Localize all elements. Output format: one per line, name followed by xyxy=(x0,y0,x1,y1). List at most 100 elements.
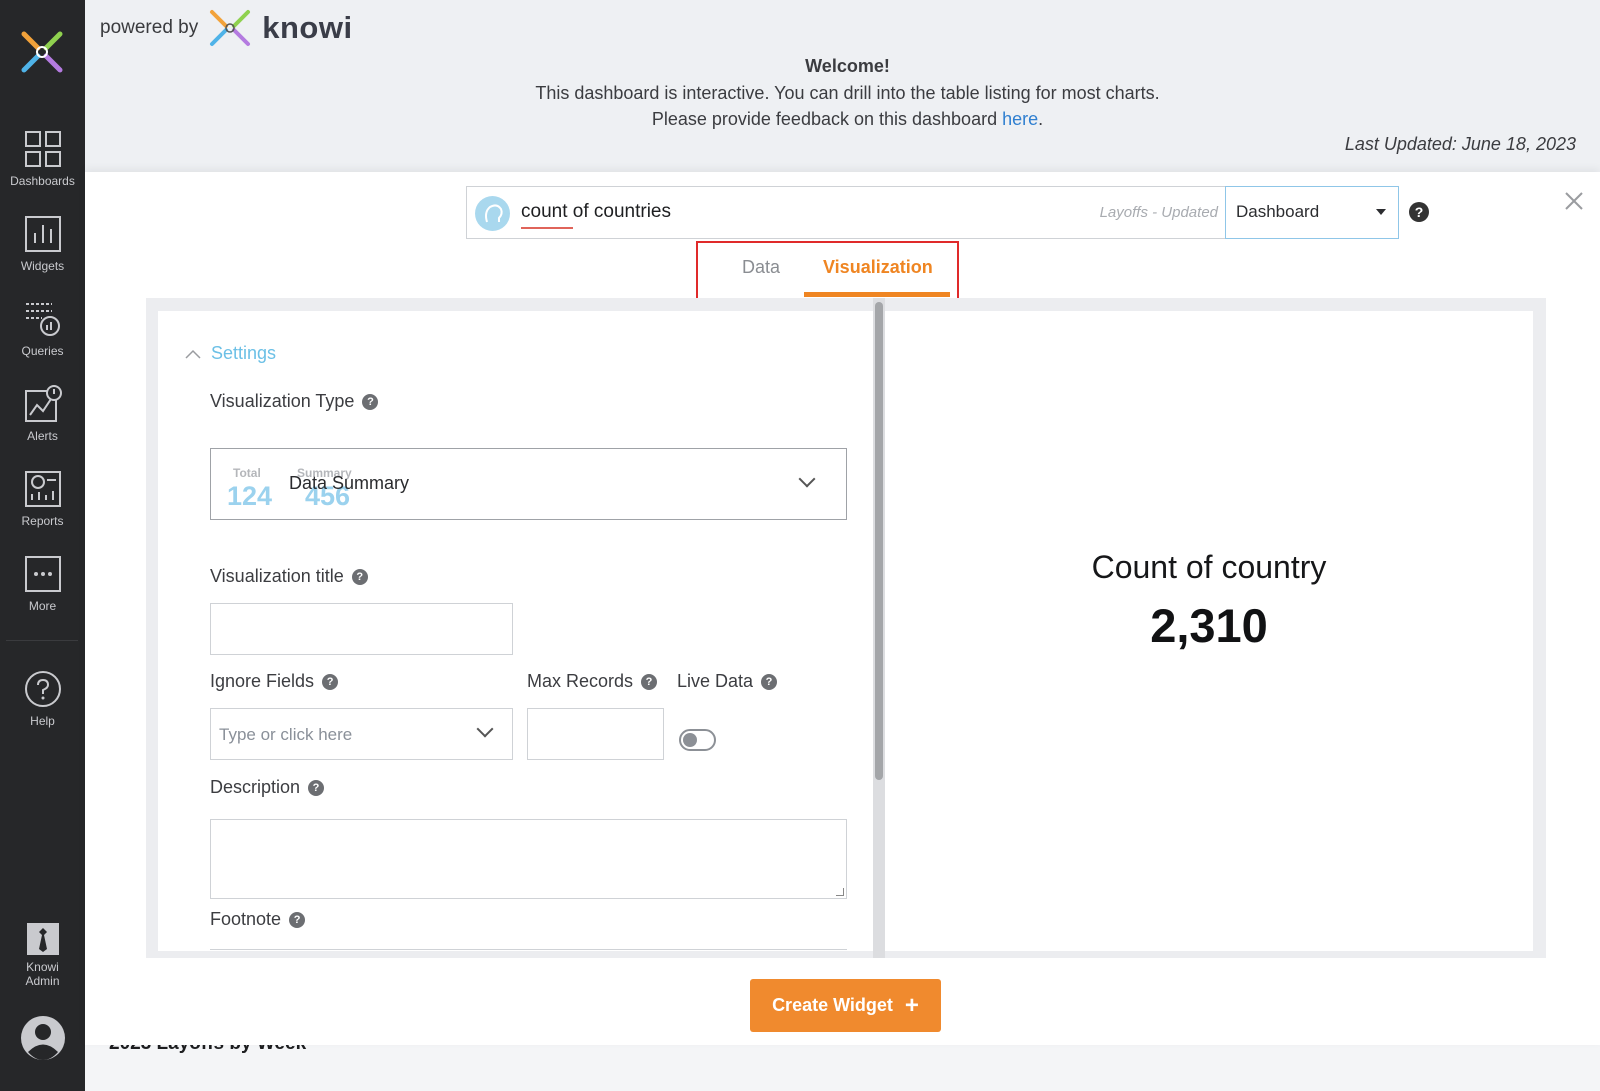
dashboards-icon xyxy=(24,131,61,167)
welcome-line-2: Please provide feedback on this dashboar… xyxy=(85,106,1600,133)
sidebar-item-label: Queries xyxy=(21,344,64,358)
user-avatar[interactable] xyxy=(0,1015,85,1067)
feedback-link[interactable]: here xyxy=(1002,109,1038,129)
powered-by-text: powered by xyxy=(100,17,199,38)
thumb-total-value: 124 xyxy=(227,481,272,507)
query-source: Layoffs - Updated xyxy=(1099,204,1218,221)
background-dashboard: 2023 Layoffs by Week xyxy=(85,1033,1600,1091)
sidebar-item-more[interactable]: More xyxy=(0,555,85,613)
sidebar-item-label: Alerts xyxy=(27,429,58,443)
reports-icon xyxy=(24,471,61,507)
tabs: Data Visualization xyxy=(696,241,959,300)
tie-icon xyxy=(26,923,59,955)
sidebar-item-widgets[interactable]: Widgets xyxy=(0,215,85,273)
toggle-knob xyxy=(683,733,697,747)
close-icon[interactable] xyxy=(1561,188,1587,214)
ignore-fields-select[interactable]: Type or click here xyxy=(210,708,513,760)
welcome-message: Welcome! This dashboard is interactive. … xyxy=(85,53,1600,133)
chevron-down-icon xyxy=(476,720,494,738)
create-widget-label: Create Widget xyxy=(772,995,893,1015)
target-select[interactable]: Dashboard xyxy=(1225,186,1399,239)
sidebar-item-label: Reports xyxy=(21,514,64,528)
tab-visualization[interactable]: Visualization xyxy=(823,257,933,278)
viz-type-label-text: Visualization Type xyxy=(210,391,355,411)
resize-handle-icon[interactable] xyxy=(836,888,844,896)
sidebar-item-reports[interactable]: Reports xyxy=(0,470,85,528)
sidebar-item-label: Widgets xyxy=(20,259,65,273)
help-icon[interactable]: ? xyxy=(761,673,778,690)
sidebar-item-label: Help xyxy=(30,714,55,728)
preview-panel: Count of country 2,310 xyxy=(885,311,1533,951)
admin-label-line2: Admin xyxy=(25,974,60,988)
widget-editor-modal: count of countries Layoffs - Updated Das… xyxy=(85,172,1600,1045)
thumb-total-label: Total xyxy=(233,466,261,480)
help-icon[interactable]: ? xyxy=(641,673,658,690)
welcome-title: Welcome! xyxy=(805,56,890,76)
admin-label-line1: Knowi xyxy=(26,960,59,974)
viz-title-input[interactable] xyxy=(210,603,513,655)
settings-toggle[interactable]: Settings xyxy=(185,343,276,364)
ignore-fields-placeholder: Type or click here xyxy=(219,725,353,744)
spellcheck-underline xyxy=(521,227,573,229)
sidebar-divider xyxy=(6,640,78,641)
preview-value: 2,310 xyxy=(1150,599,1268,652)
sidebar-item-label: Dashboards xyxy=(10,174,75,188)
live-data-toggle[interactable] xyxy=(679,729,716,751)
brand-name: knowi xyxy=(262,10,353,45)
welcome-line-1: This dashboard is interactive. You can d… xyxy=(535,82,1160,103)
last-updated: Last Updated: June 18, 2023 xyxy=(1344,134,1576,154)
max-records-input[interactable] xyxy=(527,708,664,760)
caret-down-icon xyxy=(1376,209,1386,215)
sidebar-item-help[interactable]: Help xyxy=(0,670,85,728)
editor-panels: Settings Visualization Type ? Total 124 … xyxy=(146,298,1546,958)
description-textarea[interactable] xyxy=(210,819,847,899)
ignore-fields-label: Ignore Fields ? xyxy=(210,671,339,692)
more-icon xyxy=(24,556,61,592)
viz-type-label: Visualization Type ? xyxy=(210,391,379,412)
description-label-text: Description xyxy=(210,777,301,797)
user-avatar-icon xyxy=(20,1016,65,1060)
sidebar-item-dashboards[interactable]: Dashboards xyxy=(0,130,85,188)
chevron-up-icon xyxy=(185,349,201,359)
sidebar-item-knowi-admin[interactable]: Knowi Admin xyxy=(0,922,85,988)
footnote-label-text: Footnote xyxy=(210,909,282,929)
active-tab-indicator xyxy=(804,292,950,297)
help-icon[interactable]: ? xyxy=(322,673,339,690)
sidebar: Dashboards Widgets Queries Alerts Report… xyxy=(0,0,85,1091)
chevron-down-icon xyxy=(798,470,816,488)
widgets-icon xyxy=(24,216,61,252)
viz-type-select[interactable]: Total 124 Summary 456 Data Summary xyxy=(210,448,847,520)
help-icon[interactable]: ? xyxy=(351,568,368,585)
welcome-line-2-text: Please provide feedback on this dashboar… xyxy=(651,109,1003,129)
max-records-label: Max Records ? xyxy=(527,671,658,692)
help-icon[interactable]: ? xyxy=(289,911,306,928)
ignore-fields-label-text: Ignore Fields xyxy=(210,671,315,691)
knowi-brand-icon xyxy=(210,10,251,46)
live-data-label-text: Live Data xyxy=(677,671,754,691)
settings-scrollbar[interactable] xyxy=(873,298,885,958)
create-widget-button[interactable]: Create Widget + xyxy=(750,979,941,1032)
sidebar-item-label: More xyxy=(28,599,57,613)
footnote-label: Footnote ? xyxy=(210,909,306,930)
settings-label: Settings xyxy=(211,343,277,363)
query-input[interactable]: count of countries xyxy=(521,201,671,223)
description-label: Description ? xyxy=(210,777,325,798)
sidebar-item-queries[interactable]: Queries xyxy=(0,300,85,358)
welcome-line-2-end: . xyxy=(1038,109,1044,129)
help-icon[interactable]: ? xyxy=(362,393,379,410)
scrollbar-thumb[interactable] xyxy=(875,302,883,780)
query-bar: count of countries Layoffs - Updated Das… xyxy=(466,186,1399,239)
help-question-icon[interactable]: ? xyxy=(1409,202,1429,222)
max-records-label-text: Max Records xyxy=(527,671,634,691)
sidebar-item-alerts[interactable]: Alerts xyxy=(0,385,85,443)
knowi-logo-icon[interactable] xyxy=(18,28,66,76)
help-icon[interactable]: ? xyxy=(308,779,325,796)
tab-data[interactable]: Data xyxy=(742,257,780,278)
ai-assistant-icon[interactable] xyxy=(475,196,510,231)
target-select-value: Dashboard xyxy=(1236,202,1320,221)
queries-icon xyxy=(25,303,60,336)
footnote-input-edge[interactable] xyxy=(210,949,847,951)
preview-title: Count of country xyxy=(1091,549,1327,585)
powered-by: powered by knowi xyxy=(100,8,353,48)
viz-type-value: Data Summary xyxy=(289,473,410,493)
